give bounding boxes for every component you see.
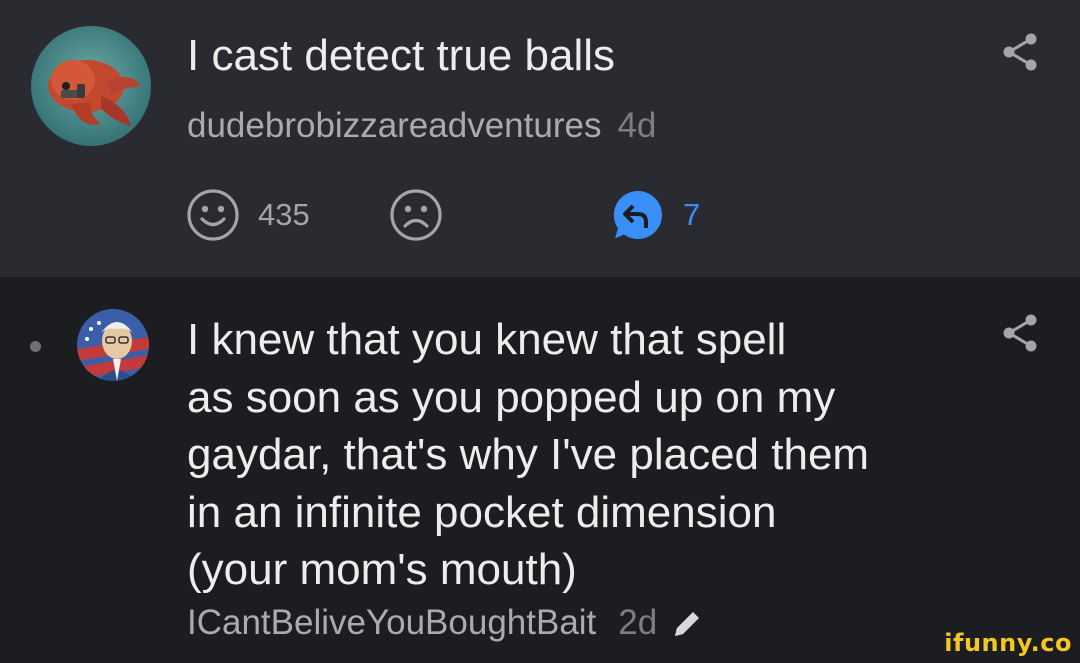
- post-username[interactable]: dudebrobizzareadventures: [187, 106, 601, 145]
- user-avatar[interactable]: [77, 309, 149, 381]
- pencil-icon[interactable]: [669, 608, 703, 642]
- post-actions: 435 7: [0, 188, 1080, 248]
- reply-line: I knew that you knew that spell: [187, 315, 787, 364]
- share-icon[interactable]: [1000, 311, 1040, 355]
- watermark: ifunny.co: [944, 629, 1072, 657]
- reply-count: 7: [683, 197, 701, 232]
- reply-age: 2d: [618, 603, 658, 642]
- reply-bubble-icon[interactable]: [611, 188, 665, 242]
- post-title: I cast detect true balls: [187, 31, 615, 80]
- reply-meta: ICantBeliveYouBoughtBait 2d: [187, 601, 703, 645]
- reply-line: as soon as you popped up on my: [187, 372, 836, 422]
- post-age: 4d: [617, 106, 657, 145]
- share-icon[interactable]: [1000, 30, 1040, 74]
- reply-comment: I knew that you knew that spell as soon …: [0, 277, 1080, 663]
- original-post: I cast detect true balls dudebrobizzarea…: [0, 0, 1080, 277]
- reply-line: (your mom's mouth): [187, 545, 577, 594]
- smiley-icon[interactable]: [186, 188, 240, 242]
- like-count: 435: [258, 197, 310, 232]
- reply-line: in an infinite pocket dimension: [187, 487, 777, 537]
- reply-username[interactable]: ICantBeliveYouBoughtBait: [187, 603, 596, 642]
- post-meta: dudebrobizzareadventures 4d: [187, 104, 656, 148]
- octopus-avatar[interactable]: [31, 26, 151, 146]
- thread-bullet: [30, 341, 41, 352]
- frown-icon[interactable]: [389, 188, 443, 242]
- reply-text: I knew that you knew that spell as soon …: [187, 311, 987, 599]
- reply-line: gaydar, that's why I've placed them: [187, 430, 870, 479]
